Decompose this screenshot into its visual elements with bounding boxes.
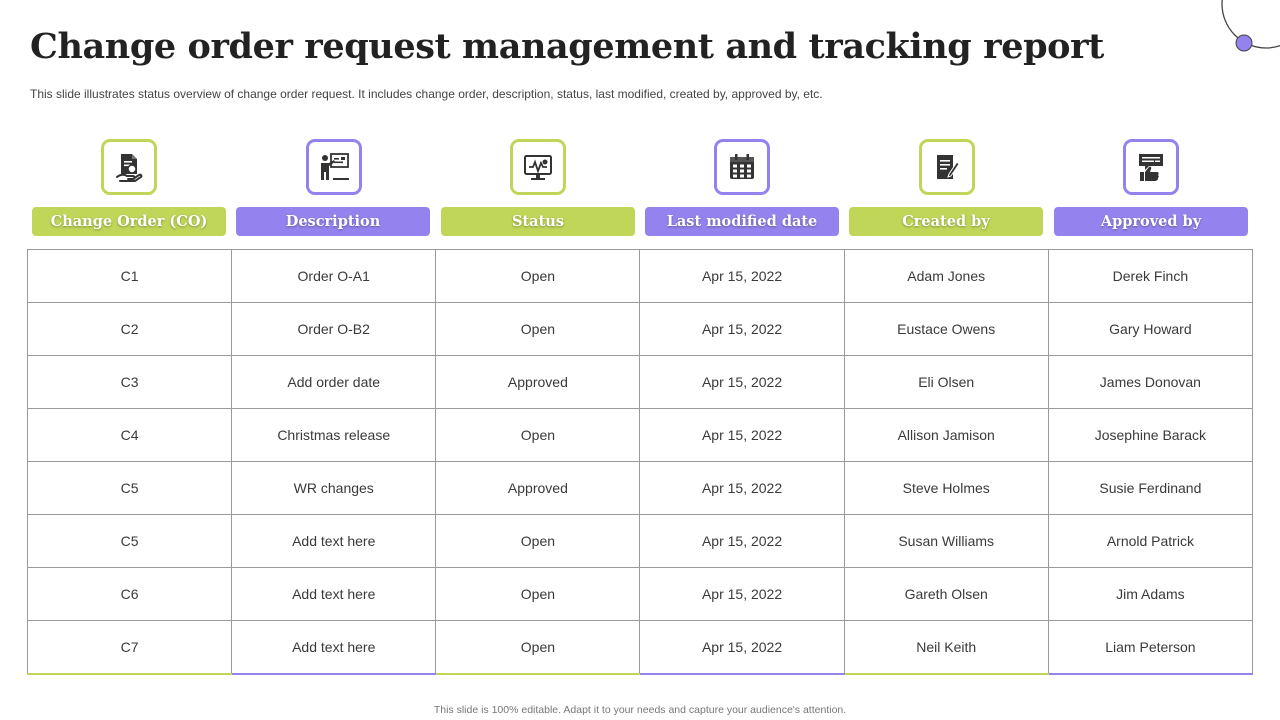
cell-created-by: Eustace Owens (843, 302, 1049, 356)
column-header-status: Status (441, 207, 635, 236)
chat-thumbs-up-icon (1139, 154, 1163, 181)
document-hand-icon (116, 154, 143, 182)
cell-created-by: Eli Olsen (843, 355, 1049, 409)
column-header-approved-by: Approved by (1054, 207, 1248, 236)
icon-box-approved-by (1123, 139, 1179, 195)
cell-status: Open (435, 408, 641, 462)
cell-approved-by: James Donovan (1047, 355, 1254, 409)
cell-approved-by: Susie Ferdinand (1047, 461, 1254, 515)
cell-approved-by: Liam Peterson (1047, 620, 1254, 675)
cell-last-modified: Apr 15, 2022 (639, 567, 845, 621)
cell-approved-by: Derek Finch (1047, 249, 1254, 303)
cell-last-modified: Apr 15, 2022 (639, 302, 845, 356)
cell-description: WR changes (231, 461, 437, 515)
cell-created-by: Neil Keith (843, 620, 1049, 675)
cell-created-by: Adam Jones (843, 249, 1049, 303)
presenter-board-icon (321, 153, 349, 180)
column-header-created-by: Created by (849, 207, 1043, 236)
change-order-table: C1 Order O-A1 Open Apr 15, 2022 Adam Jon… (26, 249, 1254, 675)
icon-box-last-modified (714, 139, 770, 195)
cell-status: Open (435, 514, 641, 568)
cell-description: Add text here (231, 514, 437, 568)
column-header-change-order: Change Order (CO) (32, 207, 226, 236)
cell-status: Approved (435, 355, 641, 409)
cell-change-order: C3 (26, 355, 233, 409)
column-header-last-modified-date: Last modified date (645, 207, 839, 236)
cell-created-by: Gareth Olsen (843, 567, 1049, 621)
table-row: C5 Add text here Open Apr 15, 2022 Susan… (26, 514, 1254, 568)
cell-approved-by: Josephine Barack (1047, 408, 1254, 462)
cell-approved-by: Arnold Patrick (1047, 514, 1254, 568)
cell-approved-by: Jim Adams (1047, 567, 1254, 621)
cell-change-order: C5 (26, 461, 233, 515)
cell-change-order: C4 (26, 408, 233, 462)
cell-change-order: C6 (26, 567, 233, 621)
icon-box-status (510, 139, 566, 195)
icon-box-description (306, 139, 362, 195)
cell-last-modified: Apr 15, 2022 (639, 620, 845, 675)
cell-description: Add text here (231, 620, 437, 675)
cell-created-by: Susan Williams (843, 514, 1049, 568)
page-subtitle: This slide illustrates status overview o… (30, 87, 823, 101)
table-row: C1 Order O-A1 Open Apr 15, 2022 Adam Jon… (26, 249, 1254, 303)
cell-change-order: C2 (26, 302, 233, 356)
cell-change-order: C1 (26, 249, 233, 303)
cell-last-modified: Apr 15, 2022 (639, 408, 845, 462)
document-pen-icon (937, 155, 960, 179)
cell-status: Open (435, 567, 641, 621)
cell-status: Open (435, 249, 641, 303)
cell-created-by: Steve Holmes (843, 461, 1049, 515)
cell-description: Order O-B2 (231, 302, 437, 356)
cell-description: Order O-A1 (231, 249, 437, 303)
cell-status: Open (435, 620, 641, 675)
cell-last-modified: Apr 15, 2022 (639, 249, 845, 303)
cell-last-modified: Apr 15, 2022 (639, 355, 845, 409)
cell-description: Add order date (231, 355, 437, 409)
footer-note: This slide is 100% editable. Adapt it to… (433, 704, 847, 716)
decorative-circle-icon (1221, 0, 1280, 52)
table-row: C3 Add order date Approved Apr 15, 2022 … (26, 355, 1254, 409)
page-title: Change order request management and trac… (30, 26, 1104, 67)
table-row: C5 WR changes Approved Apr 15, 2022 Stev… (26, 461, 1254, 515)
cell-description: Add text here (231, 567, 437, 621)
cell-change-order: C5 (26, 514, 233, 568)
table-row: C7 Add text here Open Apr 15, 2022 Neil … (26, 620, 1254, 675)
cell-last-modified: Apr 15, 2022 (639, 461, 845, 515)
cell-approved-by: Gary Howard (1047, 302, 1254, 356)
icon-box-created-by (919, 139, 975, 195)
cell-status: Open (435, 302, 641, 356)
icon-box-change-order (101, 139, 157, 195)
calendar-icon (730, 154, 754, 179)
cell-description: Christmas release (231, 408, 437, 462)
column-header-description: Description (236, 207, 430, 236)
cell-created-by: Allison Jamison (843, 408, 1049, 462)
cell-change-order: C7 (26, 620, 233, 675)
cell-last-modified: Apr 15, 2022 (639, 514, 845, 568)
cell-status: Approved (435, 461, 641, 515)
monitor-chart-icon (524, 155, 552, 180)
table-row: C4 Christmas release Open Apr 15, 2022 A… (26, 408, 1254, 462)
table-row: C6 Add text here Open Apr 15, 2022 Garet… (26, 567, 1254, 621)
table-row: C2 Order O-B2 Open Apr 15, 2022 Eustace … (26, 302, 1254, 356)
